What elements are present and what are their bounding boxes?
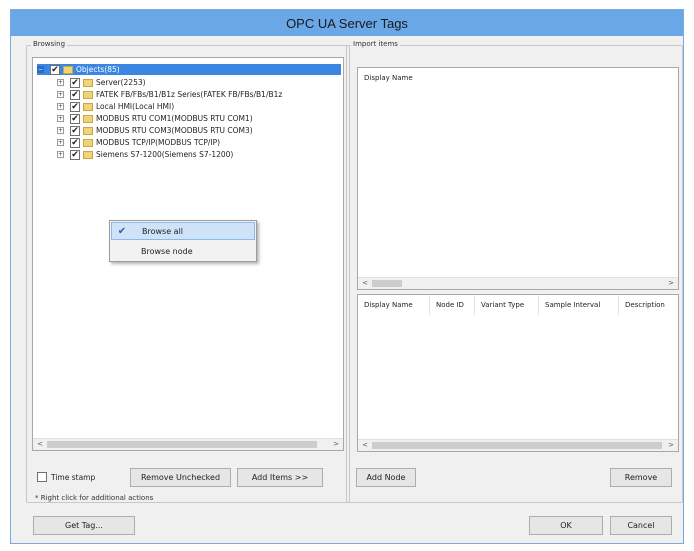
- folder-icon: [83, 138, 93, 147]
- column-header-variant-type[interactable]: Variant Type: [475, 295, 539, 315]
- window-title: OPC UA Server Tags: [11, 10, 683, 36]
- scroll-thumb[interactable]: [372, 280, 402, 287]
- right-click-note: * Right click for additional actions: [35, 494, 154, 502]
- expand-icon[interactable]: +: [57, 79, 64, 86]
- menu-item-browse-node[interactable]: Browse node: [111, 242, 255, 260]
- remove-unchecked-button[interactable]: Remove Unchecked: [130, 468, 231, 487]
- tree-root-label: Objects(85): [76, 65, 120, 74]
- menu-item-label: Browse node: [141, 246, 193, 256]
- folder-icon: [63, 65, 73, 74]
- check-icon: ✔: [117, 225, 127, 237]
- column-header-sample-interval[interactable]: Sample Interval: [539, 295, 619, 315]
- tree-item-checkbox[interactable]: ✔: [70, 89, 80, 100]
- browse-tree-hscrollbar[interactable]: < >: [33, 438, 343, 450]
- folder-icon: [83, 126, 93, 135]
- scroll-left-icon[interactable]: <: [360, 278, 370, 289]
- import-nodes-table[interactable]: Display Name Node ID Variant Type Sample…: [357, 294, 679, 452]
- tree-item-checkbox[interactable]: ✔: [70, 125, 80, 136]
- expand-icon[interactable]: +: [57, 91, 64, 98]
- folder-icon: [83, 102, 93, 111]
- ok-button[interactable]: OK: [529, 516, 603, 535]
- expand-icon[interactable]: +: [57, 151, 64, 158]
- import-items-group-label: Import items: [351, 40, 400, 48]
- cancel-button[interactable]: Cancel: [610, 516, 672, 535]
- time-stamp-checkbox[interactable]: Time stamp: [37, 472, 95, 482]
- tree-item-modbus-tcp[interactable]: + ✔ MODBUS TCP/IP(MODBUS TCP/IP): [57, 137, 220, 148]
- tree-item-server[interactable]: + ✔ Server(2253): [57, 77, 146, 88]
- opc-ua-server-tags-dialog: OPC UA Server Tags Browsing − ✔ Objects(…: [10, 9, 684, 544]
- tree-item-modbus-com1[interactable]: + ✔ MODBUS RTU COM1(MODBUS RTU COM1): [57, 113, 253, 124]
- column-header-node-id[interactable]: Node ID: [430, 295, 475, 315]
- scroll-right-icon[interactable]: >: [331, 439, 341, 450]
- tree-item-checkbox[interactable]: ✔: [70, 137, 80, 148]
- scroll-left-icon[interactable]: <: [360, 440, 370, 451]
- tree-item-label: Local HMI(Local HMI): [96, 102, 175, 111]
- expand-icon[interactable]: +: [57, 115, 64, 122]
- tree-item-label: MODBUS RTU COM3(MODBUS RTU COM3): [96, 126, 253, 135]
- tree-item-checkbox[interactable]: ✔: [70, 113, 80, 124]
- column-header-display-name[interactable]: Display Name: [358, 68, 678, 88]
- collapse-icon[interactable]: −: [37, 66, 44, 73]
- browsing-group-label: Browsing: [31, 40, 68, 48]
- tree-item-modbus-com3[interactable]: + ✔ MODBUS RTU COM3(MODBUS RTU COM3): [57, 125, 253, 136]
- context-menu: ✔ Browse all Browse node: [109, 220, 257, 262]
- scroll-thumb[interactable]: [372, 442, 662, 449]
- menu-item-browse-all[interactable]: ✔ Browse all: [111, 222, 255, 240]
- time-stamp-box[interactable]: [37, 472, 47, 482]
- root-checkbox[interactable]: ✔: [50, 64, 60, 75]
- column-header-description[interactable]: Description: [619, 295, 678, 315]
- get-tag-button[interactable]: Get Tag...: [33, 516, 135, 535]
- tree-item-label: MODBUS TCP/IP(MODBUS TCP/IP): [96, 138, 221, 147]
- scroll-right-icon[interactable]: >: [666, 278, 676, 289]
- scroll-thumb[interactable]: [47, 441, 317, 448]
- tree-item-label: FATEK FB/FBs/B1/B1z Series(FATEK FB/FBs/…: [96, 90, 283, 99]
- expand-icon[interactable]: +: [57, 103, 64, 110]
- time-stamp-label: Time stamp: [51, 472, 96, 482]
- tree-item-checkbox[interactable]: ✔: [70, 149, 80, 160]
- folder-icon: [83, 90, 93, 99]
- tree-item-local-hmi[interactable]: + ✔ Local HMI(Local HMI): [57, 101, 174, 112]
- tree-item-fatek[interactable]: + ✔ FATEK FB/FBs/B1/B1z Series(FATEK FB/…: [57, 89, 282, 100]
- tree-root-objects[interactable]: − ✔ Objects(85): [37, 64, 341, 75]
- tree-item-siemens[interactable]: + ✔ Siemens S7-1200(Siemens S7-1200): [57, 149, 233, 160]
- add-items-button[interactable]: Add Items >>: [237, 468, 323, 487]
- menu-item-label: Browse all: [142, 226, 184, 236]
- tree-item-checkbox[interactable]: ✔: [70, 77, 80, 88]
- folder-icon: [83, 78, 93, 87]
- scroll-left-icon[interactable]: <: [35, 439, 45, 450]
- column-header-display-name[interactable]: Display Name: [358, 295, 430, 315]
- expand-icon[interactable]: +: [57, 139, 64, 146]
- tree-item-label: Server(2253): [96, 78, 146, 87]
- import-top-list[interactable]: Display Name < >: [357, 67, 679, 290]
- tree-item-label: Siemens S7-1200(Siemens S7-1200): [96, 150, 234, 159]
- folder-icon: [83, 114, 93, 123]
- remove-button[interactable]: Remove: [610, 468, 672, 487]
- expand-icon[interactable]: +: [57, 127, 64, 134]
- tree-item-label: MODBUS RTU COM1(MODBUS RTU COM1): [96, 114, 253, 123]
- scroll-right-icon[interactable]: >: [666, 440, 676, 451]
- folder-icon: [83, 150, 93, 159]
- import-nodes-hscrollbar[interactable]: < >: [358, 439, 678, 451]
- add-node-button[interactable]: Add Node: [356, 468, 416, 487]
- import-top-hscrollbar[interactable]: < >: [358, 277, 678, 289]
- tree-item-checkbox[interactable]: ✔: [70, 101, 80, 112]
